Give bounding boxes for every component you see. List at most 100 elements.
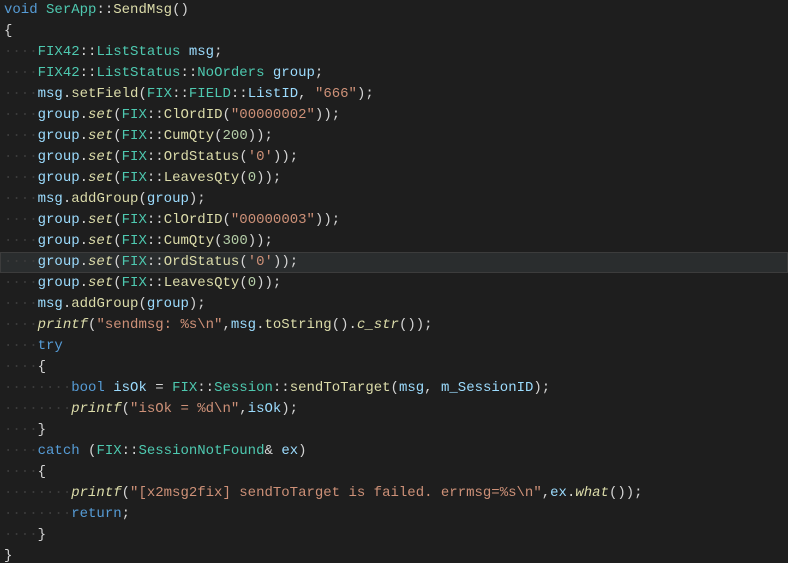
- token-kw: bool: [71, 380, 105, 396]
- code-line[interactable]: ····printf("sendmsg: %s\n",msg.toString(…: [0, 315, 788, 336]
- token-cls: FIX: [122, 233, 147, 249]
- token-pun: ,: [298, 86, 315, 102]
- code-line[interactable]: ····group.set(FIX::OrdStatus('0'));: [0, 147, 788, 168]
- code-line[interactable]: ········printf("isOk = %d\n",isOk);: [0, 399, 788, 420]
- token-kw: void: [4, 2, 38, 18]
- token-ws: ····: [4, 44, 38, 60]
- code-line[interactable]: ····group.set(FIX::CumQty(300));: [0, 231, 788, 252]
- token-ws: ····: [4, 422, 38, 438]
- token-pun: .: [80, 149, 88, 165]
- token-pun: ::: [147, 170, 164, 186]
- token-ws: ····: [4, 107, 38, 123]
- token-pun: ::: [80, 44, 97, 60]
- token-cls: FIX: [122, 275, 147, 291]
- token-ws: ····: [38, 401, 72, 417]
- token-cls: FIX42: [38, 44, 80, 60]
- code-line[interactable]: ····group.set(FIX::ClOrdID("00000002"));: [0, 105, 788, 126]
- code-line[interactable]: ····FIX42::ListStatus::NoOrders group;: [0, 63, 788, 84]
- code-line[interactable]: ····catch (FIX::SessionNotFound& ex): [0, 441, 788, 462]
- token-var: isOk: [248, 401, 282, 417]
- token-pun: .: [80, 233, 88, 249]
- token-cls: FIX: [172, 380, 197, 396]
- code-line[interactable]: ····msg.addGroup(group);: [0, 189, 788, 210]
- token-pun: (: [391, 380, 399, 396]
- token-pun: (: [113, 107, 121, 123]
- token-cls: ListStatus: [96, 65, 180, 81]
- token-pun: (: [113, 212, 121, 228]
- code-line[interactable]: ····try: [0, 336, 788, 357]
- token-pun: ::: [180, 65, 197, 81]
- token-pun: ));: [315, 107, 340, 123]
- token-var: ex: [550, 485, 567, 501]
- token-pun: ::: [147, 107, 164, 123]
- code-line[interactable]: ····{: [0, 357, 788, 378]
- code-line[interactable]: ····group.set(FIX::CumQty(200));: [0, 126, 788, 147]
- code-line[interactable]: ····msg.addGroup(group);: [0, 294, 788, 315]
- code-line[interactable]: {: [0, 21, 788, 42]
- token-pun: ,: [239, 401, 247, 417]
- code-line[interactable]: ····group.set(FIX::LeavesQty(0));: [0, 168, 788, 189]
- token-ws: ····: [4, 443, 38, 459]
- token-pun: ::: [80, 65, 97, 81]
- token-fn: setField: [71, 86, 138, 102]
- token-pun: ().: [332, 317, 357, 333]
- token-pun: );: [189, 191, 206, 207]
- code-line[interactable]: ········bool isOk = FIX::Session::sendTo…: [0, 378, 788, 399]
- token-pun: (: [239, 254, 247, 270]
- token-fn: SendMsg: [113, 2, 172, 18]
- token-pun: (: [138, 296, 146, 312]
- token-pun: (: [122, 401, 130, 417]
- token-pun: ::: [96, 2, 113, 18]
- code-line[interactable]: }: [0, 546, 788, 563]
- code-line[interactable]: ········printf("[x2msg2fix] sendToTarget…: [0, 483, 788, 504]
- token-pun: ::: [231, 86, 248, 102]
- code-line[interactable]: ····FIX42::ListStatus msg;: [0, 42, 788, 63]
- code-line[interactable]: ····}: [0, 420, 788, 441]
- code-line[interactable]: ····group.set(FIX::OrdStatus('0'));: [0, 252, 788, 273]
- code-line[interactable]: ····msg.setField(FIX::FIELD::ListID, "66…: [0, 84, 788, 105]
- token-fn: OrdStatus: [164, 149, 240, 165]
- token-ws: ····: [4, 86, 38, 102]
- code-line[interactable]: ····group.set(FIX::ClOrdID("00000003"));: [0, 210, 788, 231]
- token-pun: (: [223, 107, 231, 123]
- token-fni: c_str: [357, 317, 399, 333]
- code-editor[interactable]: void SerApp::SendMsg(){····FIX42::ListSt…: [0, 0, 788, 563]
- token-fn: addGroup: [71, 191, 138, 207]
- token-pun: ::: [147, 233, 164, 249]
- token-ws: ····: [4, 338, 38, 354]
- token-fni: printf: [71, 401, 121, 417]
- token-pun: ));: [256, 275, 281, 291]
- code-line[interactable]: ····}: [0, 525, 788, 546]
- token-cls: FIX: [122, 107, 147, 123]
- token-fn: OrdStatus: [164, 254, 240, 270]
- token-pun: );: [281, 401, 298, 417]
- token-ws: ····: [4, 527, 38, 543]
- token-fni: what: [575, 485, 609, 501]
- token-pun: (: [214, 128, 222, 144]
- token-pun: =: [147, 380, 172, 396]
- token-cls: ListStatus: [96, 44, 180, 60]
- token-cls: FIX: [147, 86, 172, 102]
- token-fni: printf: [38, 317, 88, 333]
- token-fn: LeavesQty: [164, 275, 240, 291]
- token-fn: addGroup: [71, 296, 138, 312]
- code-line[interactable]: ········return;: [0, 504, 788, 525]
- token-ws: ····: [4, 359, 38, 375]
- code-line[interactable]: ····{: [0, 462, 788, 483]
- token-var: isOk: [113, 380, 147, 396]
- token-str: '0': [248, 254, 273, 270]
- code-line[interactable]: void SerApp::SendMsg(): [0, 0, 788, 21]
- token-cls: FIX42: [38, 65, 80, 81]
- token-pun: .: [80, 254, 88, 270]
- token-pun: {: [38, 359, 46, 375]
- token-var: msg: [38, 191, 63, 207]
- token-cls: FIX: [96, 443, 121, 459]
- token-cls: FIX: [122, 149, 147, 165]
- token-pun: .: [256, 317, 264, 333]
- token-pun: (: [122, 485, 130, 501]
- code-line[interactable]: ····group.set(FIX::LeavesQty(0));: [0, 273, 788, 294]
- token-fni: set: [88, 107, 113, 123]
- token-pun: );: [357, 86, 374, 102]
- token-fn: LeavesQty: [164, 170, 240, 186]
- token-fn: toString: [265, 317, 332, 333]
